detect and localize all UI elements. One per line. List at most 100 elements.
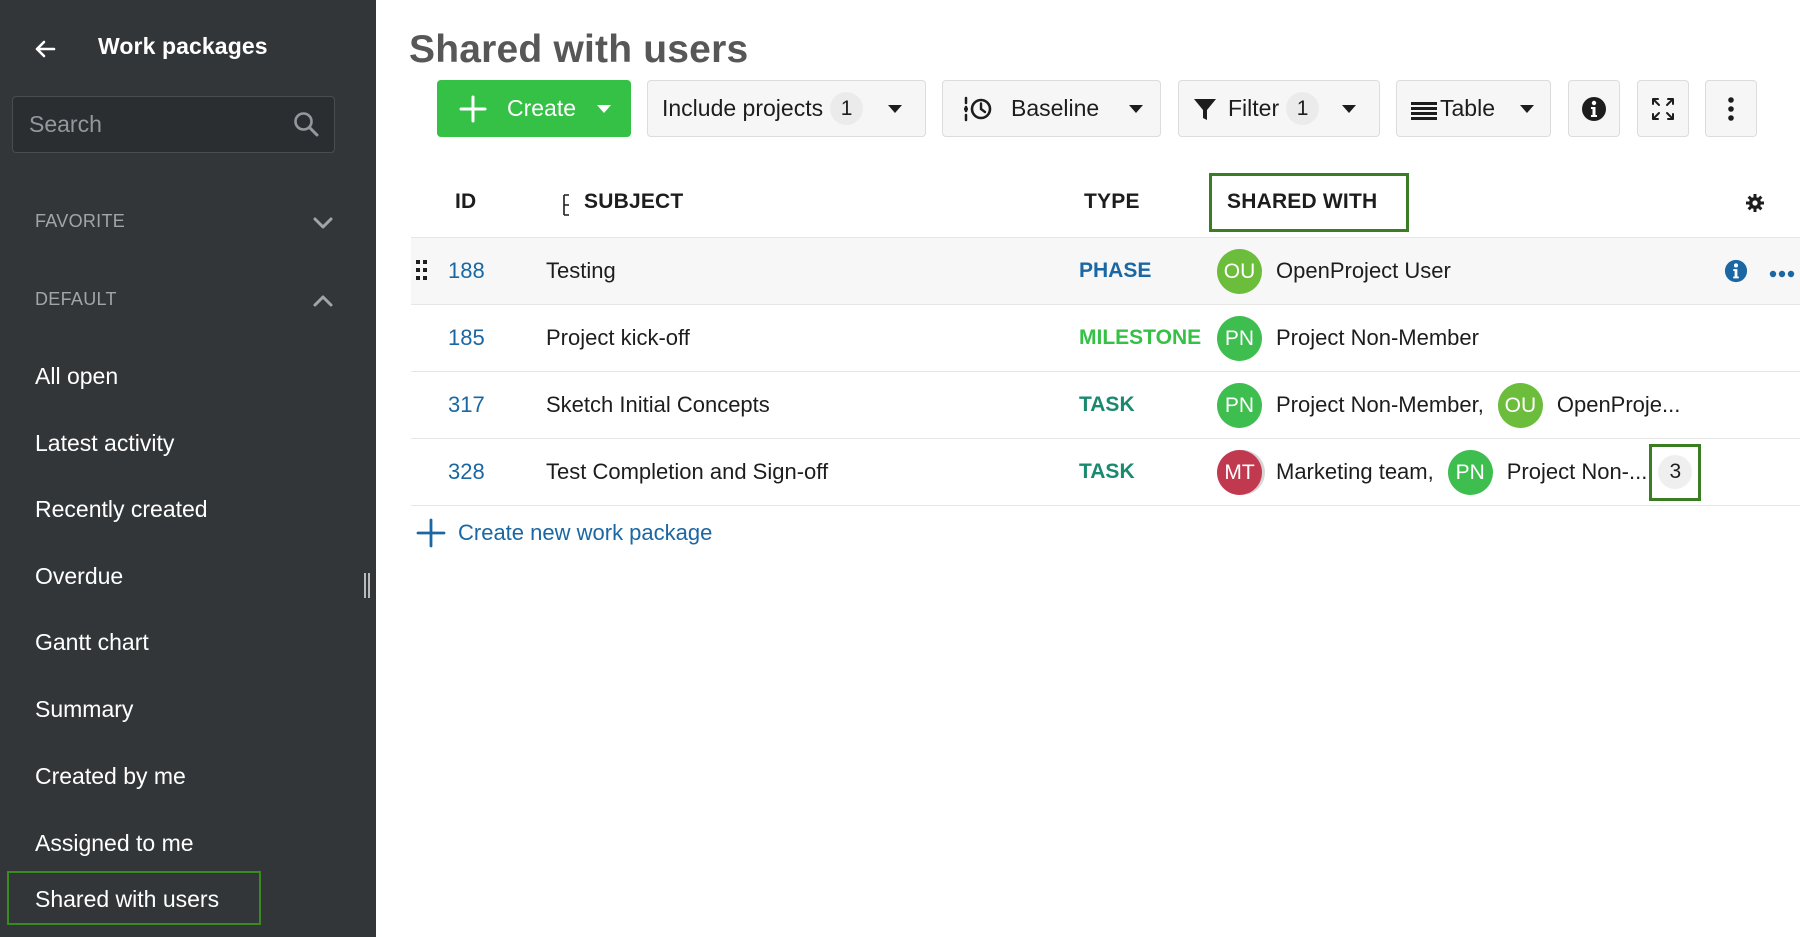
table-row[interactable]: 328 Test Completion and Sign-off TASK MT… <box>411 439 1800 506</box>
sidebar-title: Work packages <box>98 33 268 59</box>
caret-down-icon <box>1129 104 1144 113</box>
column-header-type[interactable]: TYPE <box>1084 190 1140 214</box>
include-projects-count: 1 <box>830 92 864 125</box>
baseline-button[interactable]: Baseline <box>942 80 1161 137</box>
work-package-type: PHASE <box>1079 259 1152 282</box>
shared-with-cell: MT Marketing team, PN Project Non-... 3 <box>1217 439 1702 505</box>
sidebar-item-label: Overdue <box>35 563 124 589</box>
create-new-work-package-link[interactable]: Create new work package <box>416 518 712 548</box>
work-package-id-link[interactable]: 185 <box>448 305 485 371</box>
column-header-id[interactable]: ID <box>455 190 476 214</box>
avatar[interactable]: OU <box>1497 382 1543 428</box>
shared-with-cell: PN Project Non-Member <box>1217 305 1493 371</box>
sidebar-item-label: Recently created <box>35 496 208 522</box>
view-mode-button[interactable]: Table <box>1396 80 1551 137</box>
caret-down-icon <box>888 104 903 113</box>
work-package-type: TASK <box>1079 393 1135 416</box>
sidebar-item-label: Latest activity <box>35 430 175 456</box>
info-icon[interactable] <box>1724 259 1748 283</box>
sidebar-section-favorite[interactable]: FAVORITE <box>0 198 376 248</box>
sidebar-item-summary[interactable]: Summary <box>0 681 376 739</box>
work-package-id-link[interactable]: 328 <box>448 439 485 505</box>
plus-icon <box>416 518 446 548</box>
drag-handle-icon[interactable] <box>416 260 428 282</box>
sidebar-resize-handle[interactable] <box>364 573 371 598</box>
chevron-up-icon <box>311 289 335 313</box>
sidebar-item-label: All open <box>35 363 119 389</box>
table-row[interactable]: 188 Testing PHASE OU OpenProject User <box>411 238 1800 305</box>
shared-user-name[interactable]: OpenProje... <box>1557 392 1681 418</box>
sidebar-item-created-by-me[interactable]: Created by me <box>0 748 376 806</box>
avatar[interactable]: PN <box>1447 449 1493 495</box>
table-row[interactable]: 317 Sketch Initial Concepts TASK PN Proj… <box>411 372 1800 439</box>
baseline-clock-icon <box>963 94 993 124</box>
sidebar-search-input[interactable] <box>29 97 289 152</box>
table-lines-icon <box>1410 99 1438 120</box>
view-mode-label: Table <box>1440 95 1495 121</box>
create-new-label: Create new work package <box>458 520 713 545</box>
avatar[interactable]: PN <box>1217 315 1262 361</box>
work-package-id-link[interactable]: 188 <box>448 238 485 304</box>
sidebar-search <box>12 96 335 153</box>
sidebar-item-gantt-chart[interactable]: Gantt chart <box>0 614 376 672</box>
work-package-subject[interactable]: Project kick-off <box>546 305 690 371</box>
work-package-subject[interactable]: Sketch Initial Concepts <box>546 372 770 438</box>
fullscreen-button[interactable] <box>1637 80 1689 137</box>
shared-user-name[interactable]: Project Non-... <box>1507 459 1648 485</box>
create-label: Create <box>507 95 577 121</box>
sidebar-item-latest-activity[interactable]: Latest activity <box>0 415 376 473</box>
sidebar-item-label: Created by me <box>35 763 186 789</box>
back-arrow-icon[interactable] <box>30 34 60 64</box>
expand-arrows-icon <box>1650 96 1676 122</box>
details-info-button[interactable] <box>1568 80 1620 137</box>
shared-user-name[interactable]: Project Non-Member <box>1276 325 1479 351</box>
vertical-dots-icon <box>1726 96 1736 122</box>
section-label: FAVORITE <box>35 211 126 231</box>
more-shares-highlight: 3 <box>1649 443 1702 501</box>
more-menu-button[interactable] <box>1705 80 1757 137</box>
gear-icon[interactable] <box>1745 193 1765 213</box>
shared-user-name[interactable]: Project Non-Member, <box>1276 392 1484 418</box>
column-header-subject[interactable]: SUBJECT <box>584 190 683 214</box>
sidebar-item-overdue[interactable]: Overdue <box>0 548 376 606</box>
section-label: DEFAULT <box>35 289 117 309</box>
work-package-id-link[interactable]: 317 <box>448 372 485 438</box>
avatar[interactable]: OU <box>1217 248 1262 294</box>
include-projects-button[interactable]: Include projects 1 <box>647 80 926 137</box>
sidebar-item-assigned-to-me[interactable]: Assigned to me <box>0 815 376 873</box>
filter-label: Filter <box>1228 95 1280 121</box>
work-package-subject[interactable]: Test Completion and Sign-off <box>546 439 828 505</box>
sidebar-header: Work packages <box>0 0 376 96</box>
table-row[interactable]: 185 Project kick-off MILESTONE PN Projec… <box>411 305 1800 372</box>
sidebar: Work packages FAVORITE DEFAULT All open … <box>0 0 376 937</box>
row-context-menu-icon[interactable] <box>1769 266 1795 278</box>
sidebar-item-all-open[interactable]: All open <box>0 348 376 406</box>
hierarchy-icon[interactable] <box>563 194 571 216</box>
caret-down-icon <box>1519 104 1534 113</box>
caret-down-icon <box>597 104 612 113</box>
chevron-down-icon <box>311 211 335 235</box>
caret-down-icon <box>1342 104 1357 113</box>
more-shares-count[interactable]: 3 <box>1658 455 1693 489</box>
info-icon <box>1581 96 1607 122</box>
create-button[interactable]: Create <box>437 80 631 137</box>
baseline-label: Baseline <box>1011 95 1100 121</box>
sidebar-item-label: Shared with users <box>35 886 220 912</box>
sidebar-section-default[interactable]: DEFAULT <box>0 276 376 326</box>
sidebar-item-recently-created[interactable]: Recently created <box>0 481 376 539</box>
sidebar-item-label: Gantt chart <box>35 629 149 655</box>
sidebar-item-shared-with-users[interactable]: Shared with users <box>7 871 261 925</box>
shared-user-name[interactable]: OpenProject User <box>1276 258 1451 284</box>
column-header-shared-with[interactable]: SHARED WITH <box>1227 190 1377 214</box>
avatar[interactable]: MT <box>1217 449 1262 495</box>
page-title: Shared with users <box>409 28 749 71</box>
filter-button[interactable]: Filter 1 <box>1178 80 1380 137</box>
work-package-subject[interactable]: Testing <box>546 238 616 304</box>
sidebar-item-label: Summary <box>35 696 134 722</box>
shared-with-cell: PN Project Non-Member, OU OpenProje... <box>1217 372 1694 438</box>
work-package-type: MILESTONE <box>1079 326 1202 349</box>
search-icon[interactable] <box>292 110 320 138</box>
avatar[interactable]: PN <box>1217 382 1262 428</box>
plus-icon <box>458 94 488 124</box>
shared-user-name[interactable]: Marketing team, <box>1276 459 1434 485</box>
